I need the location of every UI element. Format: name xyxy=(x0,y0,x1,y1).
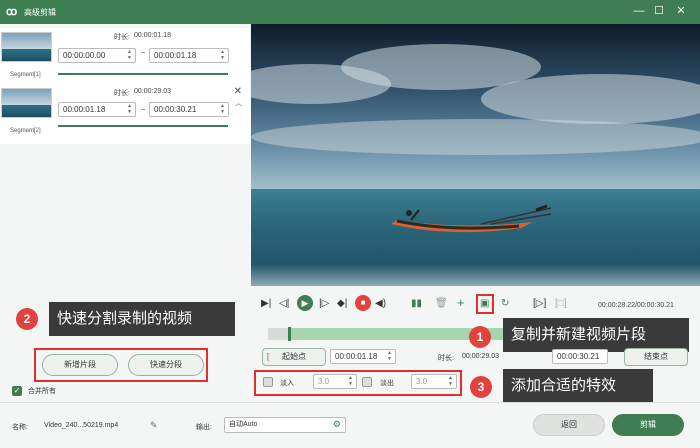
trim-start-input[interactable]: 00:00:01.18 ▲ ▼ xyxy=(330,349,396,364)
trim-end-value: 00:00:30.21 xyxy=(557,352,600,361)
timeline-start-handle[interactable] xyxy=(288,327,291,341)
app-logo-icon: ꝏ xyxy=(6,6,18,18)
cut-button[interactable]: 剪辑 xyxy=(612,414,684,436)
video-foam xyxy=(251,264,700,286)
segment-progress xyxy=(58,125,228,127)
output-path-value: 自动Auto xyxy=(229,421,258,428)
fade-in-value: 3.0 xyxy=(318,377,330,386)
set-start-button[interactable]: [ 起始点 xyxy=(262,348,326,366)
trim-start-value: 00:00:01.18 xyxy=(335,352,378,361)
output-path-field[interactable]: 自动Auto ⚙ xyxy=(224,417,346,433)
split-icon[interactable]: ▮▮ xyxy=(411,298,422,309)
go-end-icon[interactable]: ◆| xyxy=(337,298,347,309)
new-segment-button[interactable]: 新增片段 xyxy=(42,354,118,376)
stepper-icon[interactable]: ▲ ▼ xyxy=(386,350,393,363)
fade-out-label: 淡出 xyxy=(380,380,394,387)
fade-out-input[interactable]: 3.0 ▲ ▼ xyxy=(411,374,457,389)
bracket-left-icon: [ xyxy=(267,352,270,361)
edit-name-icon[interactable]: ✎ xyxy=(150,420,158,431)
merge-all-checkbox[interactable]: ✓ xyxy=(12,386,22,396)
outrigger-boat-icon xyxy=(391,204,552,233)
volume-icon[interactable]: ◀) xyxy=(375,298,386,309)
segment-end-input[interactable]: 00:00:30.21 ▲ ▼ xyxy=(149,102,229,117)
fade-out-value: 3.0 xyxy=(416,377,428,386)
segment-progress xyxy=(58,73,228,75)
maximize-button[interactable]: ☐ xyxy=(652,4,666,18)
collapse-icon[interactable]: ︿ xyxy=(235,98,242,108)
window-title: 高级剪辑 xyxy=(24,8,56,17)
segment-thumbnail xyxy=(1,32,52,62)
go-start-icon[interactable]: ▶| xyxy=(261,298,271,309)
back-button[interactable]: 返回 xyxy=(533,414,605,436)
segment-end-value: 00:00:30.21 xyxy=(154,105,197,114)
advanced-edit-window: ꝏ 高级剪辑 — ☐ ✕ Segment[1] 时长: 00:00:01.18 … xyxy=(0,0,700,448)
segment-end-input[interactable]: 00:00:01.18 ▲ ▼ xyxy=(149,48,229,63)
segment-item-2[interactable]: Segment[2] 时长: 00:00:29.03 ✕ ︿ 00:00:01.… xyxy=(0,84,250,144)
segment-thumbnail xyxy=(1,88,52,118)
set-start-label: 起始点 xyxy=(282,352,306,361)
time-display: 00:00:28.22/00:00:30.21 xyxy=(598,302,674,309)
stepper-icon[interactable]: ▲ ▼ xyxy=(219,103,226,116)
segment-duration-label: 时长: xyxy=(114,34,130,41)
quick-split-button[interactable]: 快速分段 xyxy=(128,354,204,376)
step-back-icon[interactable]: ◁| xyxy=(279,298,289,309)
stepper-icon[interactable]: ▲ ▼ xyxy=(347,375,354,388)
callout-badge-1: 1 xyxy=(469,326,491,348)
callout-effect: 添加合适的特效 xyxy=(503,369,653,403)
merge-all-label: 合并所有 xyxy=(28,388,56,395)
segment-start-input[interactable]: 00:00:01.18 ▲ ▼ xyxy=(58,102,136,117)
play-icon[interactable]: ▶ xyxy=(297,295,313,311)
stepper-icon[interactable]: ▲ ▼ xyxy=(126,49,133,62)
title-bar: ꝏ 高级剪辑 — ☐ ✕ xyxy=(0,0,700,24)
delete-segment-icon[interactable]: ✕ xyxy=(234,86,242,97)
segment-item-1[interactable]: Segment[1] 时长: 00:00:01.18 00:00:00.00 ▲… xyxy=(0,28,250,84)
trim-duration-value: 00:00:29.03 xyxy=(462,353,499,360)
fade-in-label: 淡入 xyxy=(280,380,294,387)
callout-split: 快速分割录制的视频 xyxy=(49,302,235,336)
reset-icon[interactable]: ↻ xyxy=(501,298,509,309)
video-preview[interactable] xyxy=(251,24,700,286)
stepper-icon[interactable]: ▲ ▼ xyxy=(447,375,454,388)
file-name-label: 名称: xyxy=(12,424,28,431)
minimize-button[interactable]: — xyxy=(632,4,646,18)
set-end-button[interactable]: 结束点 xyxy=(624,348,688,366)
add-icon[interactable]: + xyxy=(457,295,465,310)
delete-icon[interactable]: 🗑 xyxy=(435,298,448,309)
file-name-value: Video_240...50219.mp4 xyxy=(44,422,119,429)
close-button[interactable]: ✕ xyxy=(674,4,688,18)
mark-out-icon[interactable]: [□] xyxy=(555,298,567,309)
segment-panel: Segment[1] 时长: 00:00:01.18 00:00:00.00 ▲… xyxy=(0,24,250,400)
range-separator xyxy=(141,109,145,110)
gear-icon[interactable]: ⚙ xyxy=(333,418,341,431)
segment-start-value: 00:00:01.18 xyxy=(63,105,106,114)
stepper-icon[interactable]: ▲ ▼ xyxy=(219,49,226,62)
range-separator xyxy=(141,52,145,53)
callout-copy: 复制并新建视频片段 xyxy=(503,318,689,352)
segment-name: Segment[1] xyxy=(10,72,41,78)
fade-out-checkbox[interactable] xyxy=(362,377,372,387)
footer-bar: 名称: Video_240...50219.mp4 ✎ 输出: 自动Auto ⚙… xyxy=(0,402,700,448)
stop-icon[interactable]: ■ xyxy=(355,295,371,311)
output-label: 输出: xyxy=(196,424,212,431)
segment-end-value: 00:00:01.18 xyxy=(154,51,197,60)
segment-name: Segment[2] xyxy=(10,128,41,134)
mark-in-icon[interactable]: [▷] xyxy=(533,298,546,309)
fade-in-checkbox[interactable] xyxy=(263,377,273,387)
segment-duration-label: 时长: xyxy=(114,90,130,97)
segment-duration: 00:00:29.03 xyxy=(134,88,171,95)
stepper-icon[interactable]: ▲ ▼ xyxy=(126,103,133,116)
callout-badge-2: 2 xyxy=(16,308,38,330)
step-forward-icon[interactable]: |▷ xyxy=(319,298,329,309)
fade-in-input[interactable]: 3.0 ▲ ▼ xyxy=(313,374,357,389)
copy-segment-icon[interactable]: ▣ xyxy=(480,298,489,309)
trim-duration-label: 时长: xyxy=(438,355,454,362)
segment-start-value: 00:00:00.00 xyxy=(63,51,106,60)
trim-end-input[interactable]: 00:00:30.21 xyxy=(552,349,608,364)
callout-badge-3: 3 xyxy=(470,376,492,398)
segment-duration: 00:00:01.18 xyxy=(134,32,171,39)
segment-start-input[interactable]: 00:00:00.00 ▲ ▼ xyxy=(58,48,136,63)
